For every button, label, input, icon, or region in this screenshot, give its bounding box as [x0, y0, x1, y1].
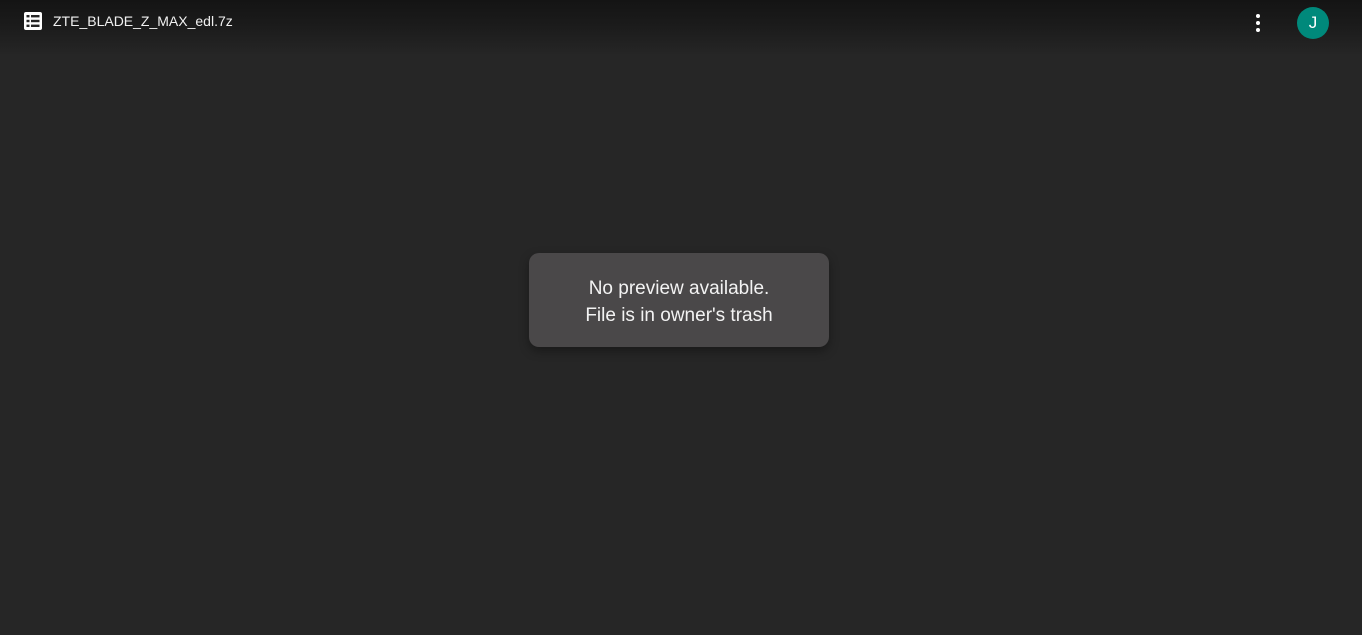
no-preview-message: No preview available. File is in owner's…: [529, 253, 829, 347]
top-bar: ZTE_BLADE_Z_MAX_edl.7z J: [0, 0, 1362, 56]
owner-trash-text: File is in owner's trash: [585, 305, 773, 326]
no-preview-text: No preview available.: [588, 278, 770, 299]
more-vert-icon: [1256, 14, 1260, 32]
account-avatar[interactable]: J: [1297, 7, 1329, 39]
file-title: ZTE_BLADE_Z_MAX_edl.7z: [53, 13, 233, 29]
file-preview-viewer: ZTE_BLADE_Z_MAX_edl.7z J No preview avai…: [0, 0, 1362, 635]
more-options-button[interactable]: [1242, 7, 1274, 39]
file-list-icon: [24, 12, 42, 30]
